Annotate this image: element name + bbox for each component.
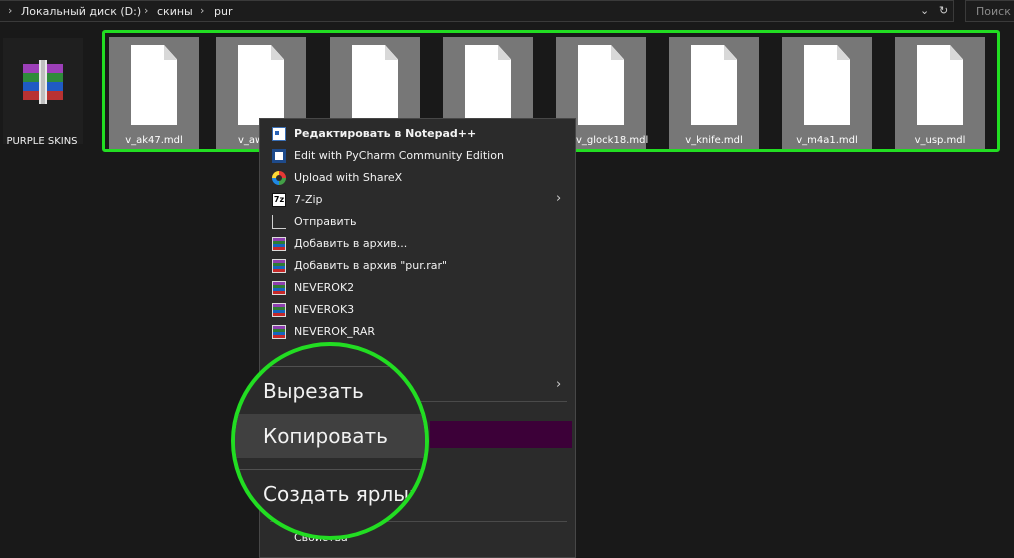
menu-item-neverok-rar[interactable]: NEVEROK_RAR [260,321,575,343]
menu-item-7zip[interactable]: 7z 7-Zip › [260,189,575,211]
chevron-right-icon: › [556,191,562,206]
menu-item-label: Upload with ShareX [294,171,403,184]
winrar-icon [272,259,286,273]
winrar-icon [272,281,286,295]
notepad-plus-plus-icon [272,127,286,141]
sharex-icon [272,171,286,185]
winrar-icon [265,348,277,356]
menu-item-copy[interactable]: Копировать [263,424,388,448]
winrar-icon [272,325,286,339]
menu-item-highlight [430,421,572,448]
file-item-purple-skins[interactable] [3,38,83,144]
winrar-archive-icon [23,60,63,104]
menu-item-label: NEVEROK3 [294,303,355,316]
breadcrumb-separator: › [144,4,149,17]
file-label: PURPLE SKINS [6,136,78,147]
menu-item-send[interactable]: Отправить [260,211,575,233]
menu-separator [235,366,425,367]
breadcrumb-local-disk[interactable]: Локальный диск (D:) [21,5,141,18]
winrar-icon [272,303,286,317]
search-placeholder: Поиск [976,5,1011,18]
pycharm-icon [272,149,286,163]
menu-item-label: Редактировать в Notepad++ [294,127,477,140]
menu-item-add-archive[interactable]: Добавить в архив... [260,233,575,255]
menu-item-notepad[interactable]: Редактировать в Notepad++ [260,123,575,145]
menu-item-sharex[interactable]: Upload with ShareX [260,167,575,189]
menu-item-cut[interactable]: Вырезать [263,379,364,403]
breadcrumb-skins[interactable]: скины [157,5,193,18]
menu-item-label: Добавить в архив... [294,237,408,250]
breadcrumb-separator: › [200,4,205,17]
menu-item-label: Добавить в архив "pur.rar" [294,259,448,272]
breadcrumb-pur[interactable]: pur [214,5,232,18]
breadcrumb-separator: › [8,4,13,17]
address-bar-row: › Локальный диск (D:) › скины › pur ⌄ ↻ … [0,0,1014,24]
magnifier-callout: Вырезать Копировать Создать ярлык [231,342,429,540]
menu-item-pycharm[interactable]: Edit with PyCharm Community Edition [260,145,575,167]
winrar-icon [272,237,286,251]
chevron-down-icon[interactable]: ⌄ [920,4,929,17]
chevron-right-icon: › [556,377,562,392]
menu-item-create-shortcut[interactable]: Создать ярлык [263,482,421,506]
share-icon [272,215,286,229]
search-box[interactable]: Поиск [965,0,1014,22]
address-bar[interactable]: › Локальный диск (D:) › скины › pur ⌄ ↻ [0,0,954,22]
menu-separator [235,469,425,470]
menu-item-label: NEVEROK2 [294,281,355,294]
menu-item-add-pur-rar[interactable]: Добавить в архив "pur.rar" [260,255,575,277]
refresh-icon[interactable]: ↻ [939,4,948,17]
menu-item-label: NEVEROK_RAR [294,325,376,338]
menu-item-label: 7-Zip [294,193,323,206]
7zip-icon: 7z [272,193,286,207]
menu-item-label: Отправить [294,215,357,228]
menu-item-neverok2[interactable]: NEVEROK2 [260,277,575,299]
menu-item-label: Edit with PyCharm Community Edition [294,149,504,162]
menu-item-neverok3[interactable]: NEVEROK3 [260,299,575,321]
